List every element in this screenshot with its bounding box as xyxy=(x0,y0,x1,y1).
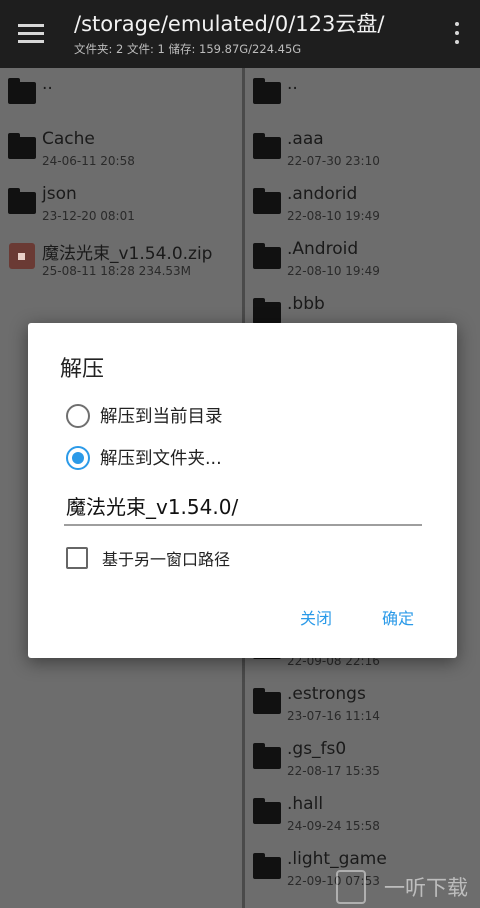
file-name: .hall xyxy=(287,794,324,814)
app-bar: /storage/emulated/0/123云盘/ 文件夹: 2 文件: 1 … xyxy=(0,0,480,68)
file-meta: 22-08-17 15:35 xyxy=(287,764,380,778)
radio-label: 解压到当前目录 xyxy=(100,407,223,427)
extract-here-option[interactable]: 解压到当前目录 xyxy=(64,401,424,431)
list-item[interactable]: .hall 24-09-24 15:58 xyxy=(245,788,480,843)
radio-label: 解压到文件夹... xyxy=(100,449,222,469)
list-item[interactable]: .aaa 22-07-30 23:10 xyxy=(245,123,480,178)
folder-icon xyxy=(253,743,281,769)
list-item[interactable]: json 23-12-20 08:01 xyxy=(0,178,242,233)
folder-icon xyxy=(8,133,36,159)
close-button[interactable]: 关闭 xyxy=(300,605,332,629)
file-meta: 24-06-11 20:58 xyxy=(42,154,135,168)
folder-icon xyxy=(8,188,36,214)
checkbox[interactable] xyxy=(66,547,88,569)
checkbox-label: 基于另一窗口路径 xyxy=(102,550,231,569)
watermark-logo-icon xyxy=(336,870,366,904)
file-meta: 25-08-11 18:28 234.53M xyxy=(42,264,192,278)
radio-button[interactable] xyxy=(66,404,90,428)
dialog-title: 解压 xyxy=(60,357,105,382)
file-meta: 23-07-16 11:14 xyxy=(287,709,380,723)
watermark-text: 一听下载 xyxy=(384,876,468,900)
file-name: .bbb xyxy=(287,294,325,314)
folder-icon xyxy=(253,798,281,824)
file-name: .estrongs xyxy=(287,684,366,704)
folder-icon xyxy=(8,78,36,104)
extract-dialog: 解压 解压到当前目录 解压到文件夹... 基于另一窗口路径 关闭 确定 xyxy=(28,323,457,658)
folder-icon xyxy=(253,853,281,879)
file-name: .gs_fs0 xyxy=(287,739,347,759)
list-item[interactable]: .gs_fs0 22-08-17 15:35 xyxy=(245,733,480,788)
folder-icon xyxy=(253,298,281,324)
list-item[interactable]: .. xyxy=(245,68,480,123)
file-meta: 23-12-20 08:01 xyxy=(42,209,135,223)
folder-name-input[interactable] xyxy=(64,486,422,526)
zip-file-icon xyxy=(8,243,36,269)
file-meta: 22-08-10 19:49 xyxy=(287,264,380,278)
file-meta: 22-07-30 23:10 xyxy=(287,154,380,168)
list-item[interactable]: .. xyxy=(0,68,242,123)
folder-icon xyxy=(253,78,281,104)
file-name: .. xyxy=(287,74,298,94)
extract-to-folder-option[interactable]: 解压到文件夹... xyxy=(64,443,424,473)
confirm-button[interactable]: 确定 xyxy=(382,605,414,629)
list-item[interactable]: .estrongs 23-07-16 11:14 xyxy=(245,678,480,733)
file-meta: 22-08-10 19:49 xyxy=(287,209,380,223)
list-item[interactable]: .Android 22-08-10 19:49 xyxy=(245,233,480,288)
list-item[interactable]: 魔法光束_v1.54.0.zip 25-08-11 18:28 234.53M xyxy=(0,233,242,288)
file-name: .aaa xyxy=(287,129,324,149)
file-name: json xyxy=(42,184,77,204)
file-name: .Android xyxy=(287,239,359,259)
file-meta: 24-09-24 15:58 xyxy=(287,819,380,833)
file-name: Cache xyxy=(42,129,95,149)
current-path: /storage/emulated/0/123云盘/ xyxy=(74,12,385,36)
list-item[interactable]: Cache 24-06-11 20:58 xyxy=(0,123,242,178)
folder-icon xyxy=(253,243,281,269)
storage-info: 文件夹: 2 文件: 1 储存: 159.87G/224.45G xyxy=(74,42,302,56)
file-name: .. xyxy=(42,74,53,94)
file-name: .andorid xyxy=(287,184,358,204)
overflow-menu-icon[interactable] xyxy=(452,22,462,46)
folder-icon xyxy=(253,188,281,214)
hamburger-menu-icon[interactable] xyxy=(18,24,44,44)
folder-icon xyxy=(253,133,281,159)
watermark: 一听下载 xyxy=(336,866,480,906)
folder-icon xyxy=(253,688,281,714)
other-window-path-option[interactable]: 基于另一窗口路径 xyxy=(66,545,426,573)
list-item[interactable]: .andorid 22-08-10 19:49 xyxy=(245,178,480,233)
radio-button-selected[interactable] xyxy=(66,446,90,470)
file-name: 魔法光束_v1.54.0.zip xyxy=(42,244,213,264)
